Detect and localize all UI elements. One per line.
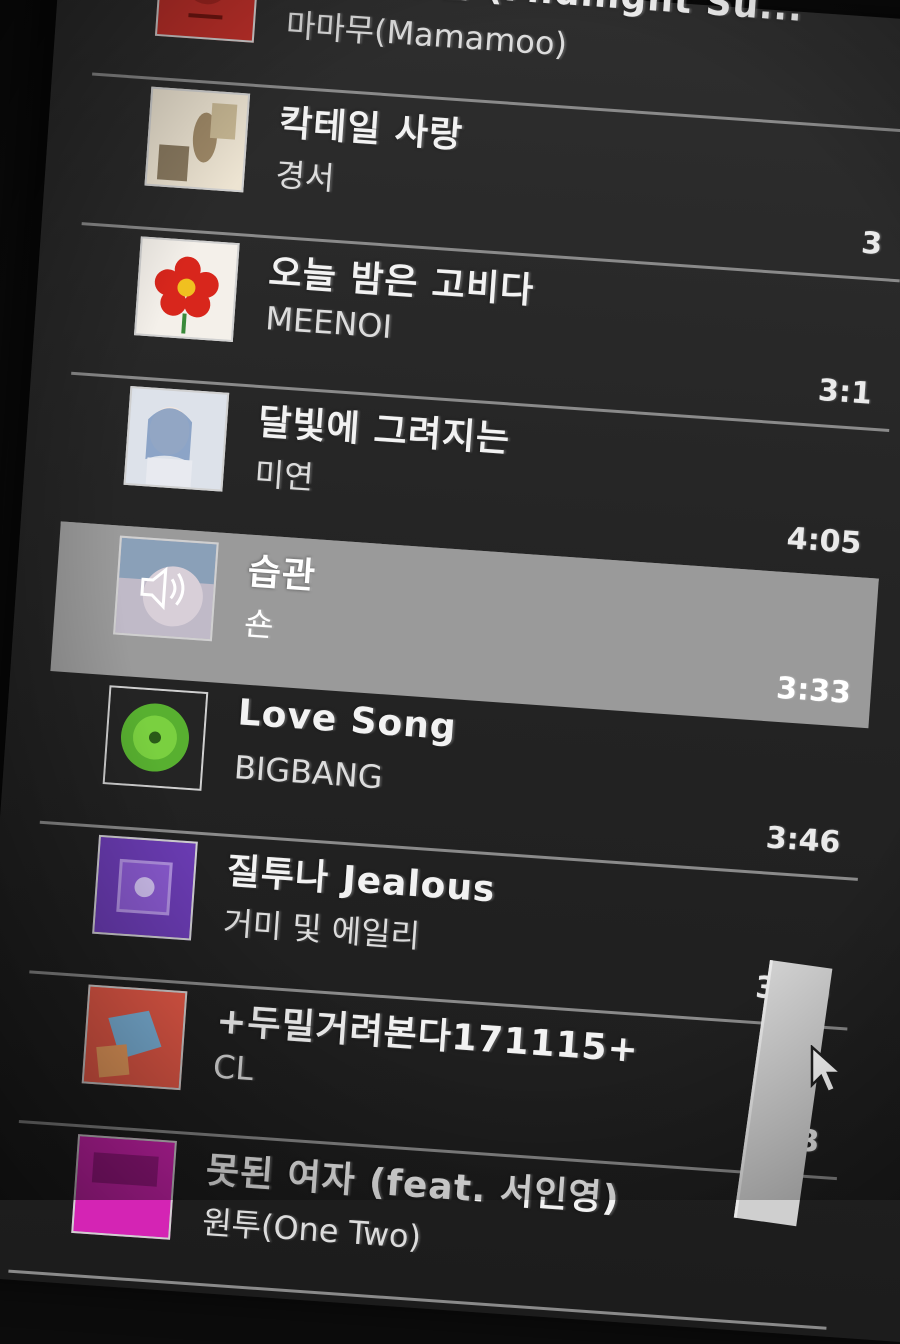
album-art xyxy=(113,535,219,642)
album-art xyxy=(144,86,251,193)
red-square-art-icon xyxy=(185,0,230,20)
track-duration: 3 xyxy=(860,225,884,263)
album-art xyxy=(92,834,198,941)
green-disc-art-icon xyxy=(104,687,207,789)
track-artist: MEENOI xyxy=(264,299,394,346)
mouse-cursor-icon xyxy=(810,1045,845,1094)
album-art xyxy=(102,685,209,791)
portrait-art-icon xyxy=(125,388,228,490)
album-art xyxy=(71,1134,177,1240)
album-art xyxy=(134,236,240,342)
track-artist: 숀 xyxy=(242,604,275,645)
track-duration: 3:46 xyxy=(764,820,842,861)
track-artist: 원투(One Two) xyxy=(200,1203,423,1257)
track-artist: 거미 및 에일리 xyxy=(221,903,422,956)
album-art xyxy=(81,984,188,1091)
collage-art-icon xyxy=(83,986,186,1089)
red-flower-art-icon xyxy=(136,238,238,340)
purple-art-icon xyxy=(94,836,196,939)
track-artist: 미연 xyxy=(253,454,315,497)
track-title: Love Song xyxy=(236,692,458,749)
album-art xyxy=(123,385,230,492)
track-duration: 3:33 xyxy=(775,670,852,711)
track-duration: 4:05 xyxy=(785,521,863,562)
figure-photo-art-icon xyxy=(146,88,249,191)
track-artist: BIGBANG xyxy=(232,748,384,797)
speaker-icon xyxy=(140,566,185,611)
magenta-art-icon xyxy=(73,1136,175,1238)
track-title: 칵테일 사랑 xyxy=(277,102,465,157)
track-artist: CL xyxy=(211,1047,255,1089)
album-art xyxy=(154,0,261,43)
track-duration: 3:1 xyxy=(816,372,873,412)
track-artist: 경서 xyxy=(274,155,336,198)
track-title: 습관 xyxy=(246,551,318,598)
